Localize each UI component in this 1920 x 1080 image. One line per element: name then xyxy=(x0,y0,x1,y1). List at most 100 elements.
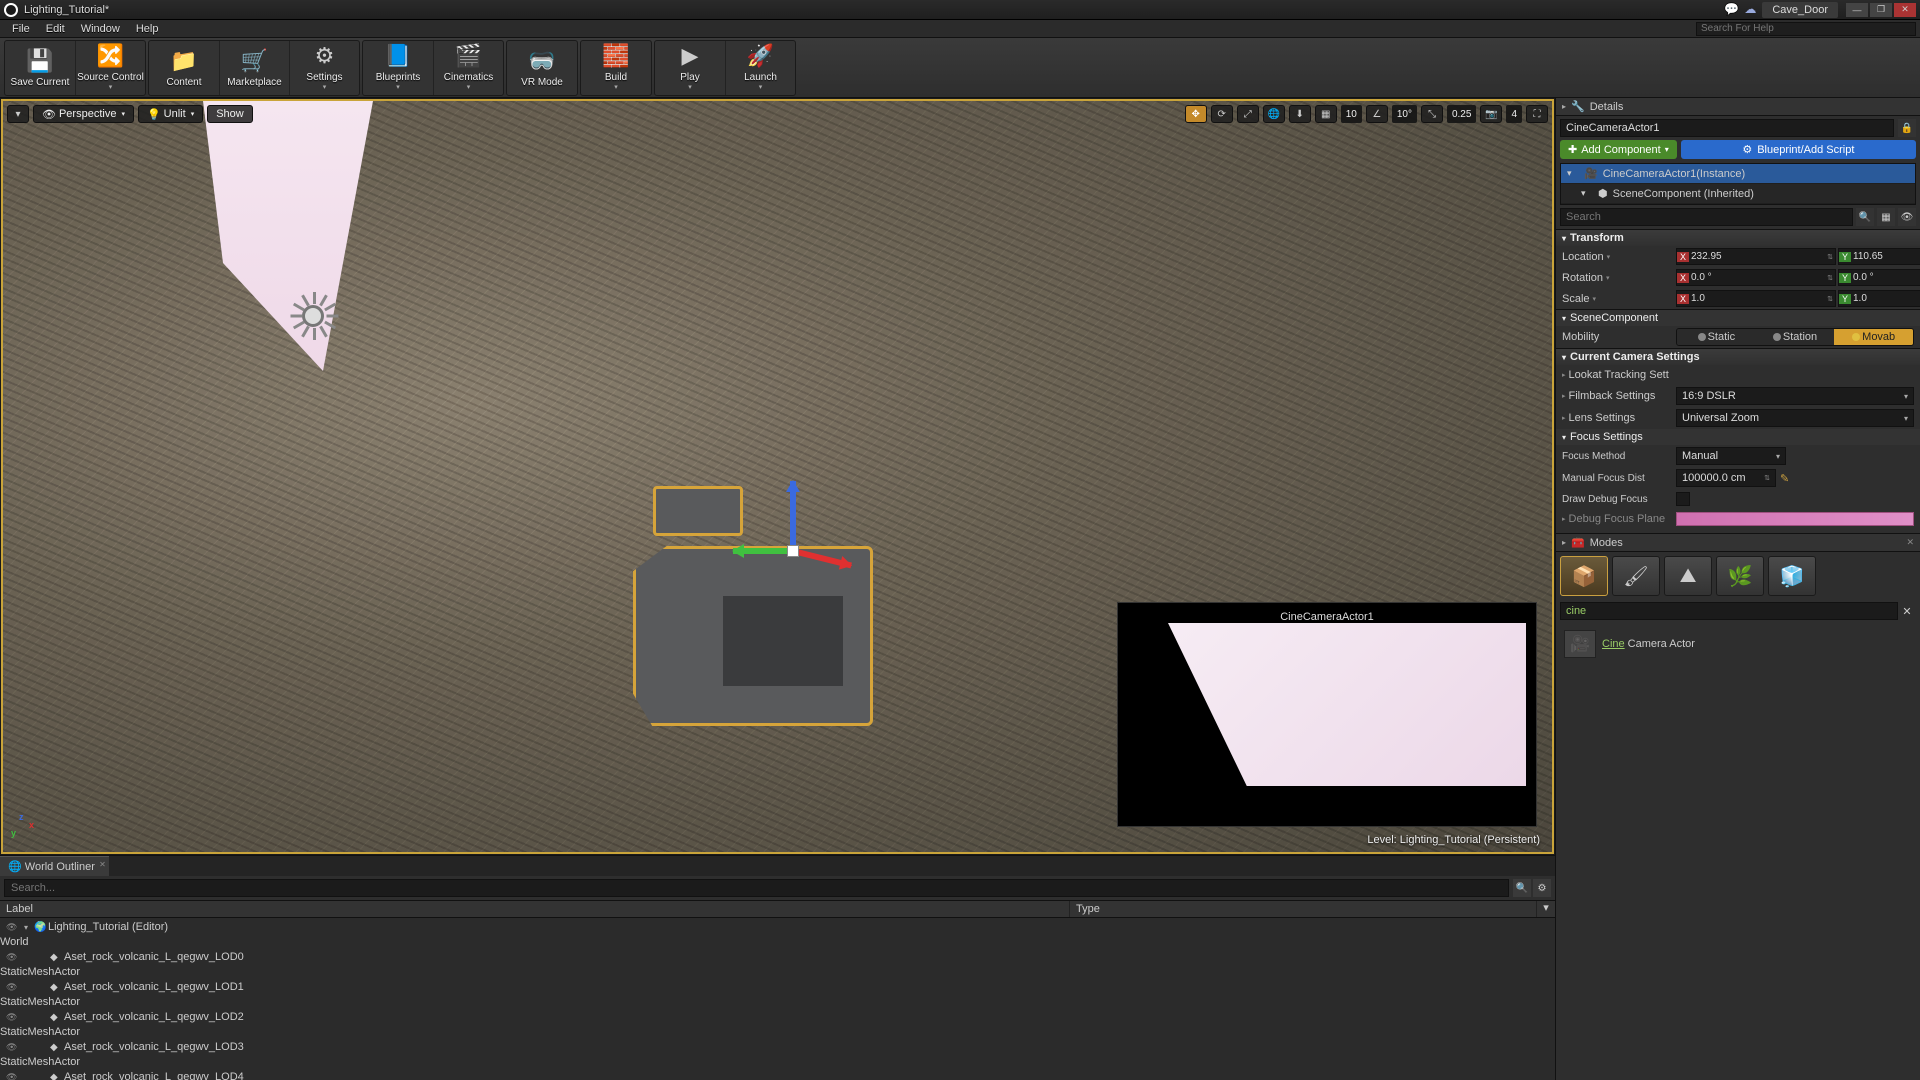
vr-mode-button[interactable]: 🥽VR Mode xyxy=(507,41,577,95)
foliage-mode-button[interactable]: 🌿 xyxy=(1716,556,1764,596)
details-tab[interactable]: ▸🔧Details xyxy=(1556,98,1920,116)
outliner-row[interactable]: 👁◆Aset_rock_volcanic_L_qegwv_LOD1 xyxy=(0,978,1555,996)
maximize-viewport-button[interactable]: ⛶ xyxy=(1526,105,1548,123)
menu-help[interactable]: Help xyxy=(128,21,167,37)
transform-gizmo[interactable] xyxy=(793,551,794,552)
blueprint-add-script-button[interactable]: ⚙ Blueprint/Add Script xyxy=(1681,140,1916,159)
clear-search-icon[interactable]: ✕ xyxy=(1898,602,1916,620)
angle-snap-value[interactable]: 10° xyxy=(1392,105,1417,123)
source-control-button[interactable]: 🔀Source Control xyxy=(75,41,145,95)
maximize-button[interactable]: ❐ xyxy=(1870,3,1892,17)
level-tab[interactable]: Cave_Door xyxy=(1762,2,1838,18)
scale-y-input[interactable] xyxy=(1851,293,1920,304)
level-viewport[interactable]: ▾ 👁Perspective 💡Unlit Show ✥ ⟳ ⤢ 🌐 ⬇ ▦ 1… xyxy=(1,99,1554,854)
outliner-row[interactable]: 👁◆Aset_rock_volcanic_L_qegwv_LOD0 xyxy=(0,948,1555,966)
scale-x-input[interactable] xyxy=(1689,293,1825,304)
lock-details-icon[interactable]: 🔒 xyxy=(1898,119,1916,137)
marketplace-button[interactable]: 🛒Marketplace xyxy=(219,41,289,95)
details-eye-icon[interactable]: 👁 xyxy=(1898,208,1916,226)
modes-tab[interactable]: ▸🧰Modes✕ xyxy=(1556,534,1920,552)
window-title: Lighting_Tutorial* xyxy=(24,4,109,16)
transform-category[interactable]: ▾Transform xyxy=(1556,230,1920,246)
menu-window[interactable]: Window xyxy=(73,21,128,37)
play-button[interactable]: ▶Play xyxy=(655,41,725,95)
minimize-button[interactable]: — xyxy=(1846,3,1868,17)
draw-debug-checkbox[interactable] xyxy=(1676,492,1690,506)
focus-settings-header[interactable]: ▾Focus Settings xyxy=(1556,429,1920,445)
lookat-tracking-row[interactable]: ▸Lookat Tracking Sett xyxy=(1556,365,1920,385)
grid-snap-value[interactable]: 10 xyxy=(1341,105,1362,123)
details-matrix-icon[interactable]: ▦ xyxy=(1877,208,1895,226)
geometry-mode-button[interactable]: 🧊 xyxy=(1768,556,1816,596)
manual-focus-input[interactable]: 100000.0 cm⇅ xyxy=(1676,469,1776,487)
actor-name-input[interactable] xyxy=(1560,119,1894,137)
build-button[interactable]: 🧱Build xyxy=(581,41,651,95)
scale-mode-button[interactable]: ⤢ xyxy=(1237,105,1259,123)
rotation-x-input[interactable] xyxy=(1689,272,1825,283)
mobility-static-button[interactable]: Static xyxy=(1677,329,1756,345)
landscape-mode-button[interactable]: ⛰ xyxy=(1664,556,1712,596)
translate-mode-button[interactable]: ✥ xyxy=(1185,105,1207,123)
focus-method-dropdown[interactable]: Manual xyxy=(1676,447,1786,465)
filter-icon[interactable]: ⚙ xyxy=(1533,879,1551,897)
scale-snap-value[interactable]: 0.25 xyxy=(1447,105,1476,123)
debug-focus-color[interactable] xyxy=(1676,512,1914,526)
column-type[interactable]: Type xyxy=(1070,901,1537,917)
paint-mode-button[interactable]: 🖌 xyxy=(1612,556,1660,596)
content-button[interactable]: 📁Content xyxy=(149,41,219,95)
column-label[interactable]: Label xyxy=(0,901,1070,917)
outliner-search-input[interactable] xyxy=(4,879,1509,897)
source-control-icon[interactable]: ☁ xyxy=(1744,2,1760,18)
launch-button[interactable]: 🚀Launch xyxy=(725,41,795,95)
add-component-button[interactable]: ✚ Add Component xyxy=(1560,140,1677,159)
location-x-input[interactable] xyxy=(1689,251,1825,262)
outliner-rows[interactable]: 👁▾🌍Lighting_Tutorial (Editor)World👁◆Aset… xyxy=(0,918,1555,1080)
location-y-input[interactable] xyxy=(1851,251,1920,262)
world-outliner-tab[interactable]: 🌐 World Outliner✕ xyxy=(0,856,109,876)
cinematics-button[interactable]: 🎬Cinematics xyxy=(433,41,503,95)
camera-speed-value[interactable]: 4 xyxy=(1506,105,1522,123)
modes-result-cine-camera[interactable]: 🎥 Cine Camera Actor xyxy=(1560,626,1916,662)
scale-snap-toggle[interactable]: ⤡ xyxy=(1421,105,1443,123)
outliner-row[interactable]: 👁◆Aset_rock_volcanic_L_qegwv_LOD3 xyxy=(0,1038,1555,1056)
outliner-row[interactable]: 👁◆Aset_rock_volcanic_L_qegwv_LOD4 xyxy=(0,1068,1555,1080)
viewport-perspective-button[interactable]: 👁Perspective xyxy=(33,105,134,123)
camera-settings-category[interactable]: ▾Current Camera Settings xyxy=(1556,349,1920,365)
lens-dropdown[interactable]: Universal Zoom xyxy=(1676,409,1914,427)
component-scene[interactable]: ▾⬢SceneComponent (Inherited) xyxy=(1561,184,1915,204)
menu-edit[interactable]: Edit xyxy=(38,21,73,37)
save-current-button[interactable]: 💾Save Current xyxy=(5,41,75,95)
mobility-movable-button[interactable]: Movab xyxy=(1834,329,1913,345)
place-mode-button[interactable]: 📦 xyxy=(1560,556,1608,596)
component-root[interactable]: ▾🎥CineCameraActor1(Instance) xyxy=(1561,164,1915,184)
notification-icon[interactable]: 💬 xyxy=(1724,2,1740,18)
outliner-row[interactable]: 👁▾🌍Lighting_Tutorial (Editor) xyxy=(0,918,1555,936)
filmback-dropdown[interactable]: 16:9 DSLR xyxy=(1676,387,1914,405)
modes-search-input[interactable] xyxy=(1560,602,1898,620)
manual-focus-row: Manual Focus Dist 100000.0 cm⇅ ✎ xyxy=(1556,467,1920,489)
rotation-y-input[interactable] xyxy=(1851,272,1920,283)
help-search-input[interactable] xyxy=(1696,22,1916,36)
viewport-lit-mode-button[interactable]: 💡Unlit xyxy=(138,105,203,123)
cine-camera-actor[interactable] xyxy=(613,486,893,746)
angle-snap-toggle[interactable]: ∠ xyxy=(1366,105,1388,123)
close-button[interactable]: ✕ xyxy=(1894,3,1916,17)
camera-speed-icon[interactable]: 📷 xyxy=(1480,105,1502,123)
details-search-icon[interactable]: 🔍 xyxy=(1856,208,1874,226)
coord-space-button[interactable]: 🌐 xyxy=(1263,105,1285,123)
search-icon[interactable]: 🔍 xyxy=(1513,879,1531,897)
blueprints-button[interactable]: 📘Blueprints xyxy=(363,41,433,95)
mobility-stationary-button[interactable]: Station xyxy=(1756,329,1835,345)
details-search-input[interactable] xyxy=(1560,208,1853,226)
grid-snap-toggle[interactable]: ▦ xyxy=(1315,105,1337,123)
rotate-mode-button[interactable]: ⟳ xyxy=(1211,105,1233,123)
surface-snap-button[interactable]: ⬇ xyxy=(1289,105,1311,123)
outliner-row[interactable]: 👁◆Aset_rock_volcanic_L_qegwv_LOD2 xyxy=(0,1008,1555,1026)
scene-component-header[interactable]: ▾SceneComponent xyxy=(1556,310,1920,326)
viewport-options-button[interactable]: ▾ xyxy=(7,105,29,123)
settings-button[interactable]: ⚙Settings xyxy=(289,41,359,95)
eyedropper-icon[interactable]: ✎ xyxy=(1780,472,1794,485)
menu-file[interactable]: File xyxy=(4,21,38,37)
component-tree[interactable]: ▾🎥CineCameraActor1(Instance) ▾⬢SceneComp… xyxy=(1560,163,1916,205)
viewport-show-button[interactable]: Show xyxy=(207,105,253,123)
